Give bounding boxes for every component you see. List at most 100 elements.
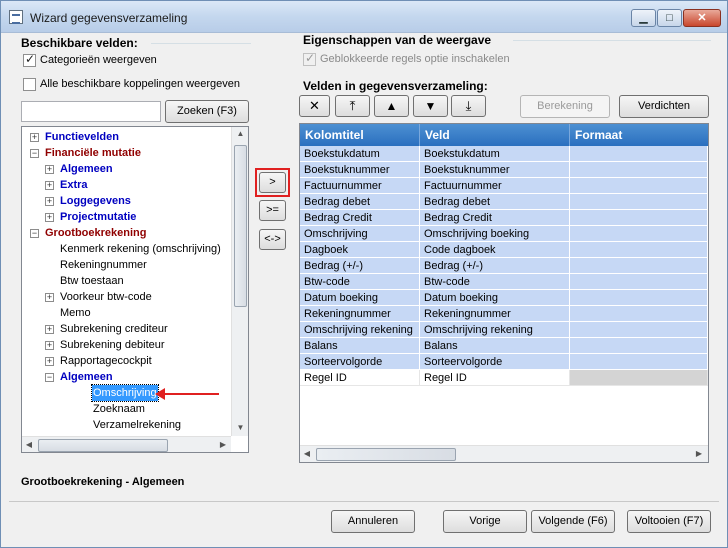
cell-format[interactable]	[570, 306, 708, 322]
cell-title[interactable]: Omschrijving rekening	[300, 322, 420, 338]
cell-format[interactable]	[570, 242, 708, 258]
tree-node[interactable]: + Subrekening debiteur	[22, 337, 230, 353]
expand-icon[interactable]: +	[45, 341, 54, 350]
tree-node[interactable]: Memo	[22, 305, 230, 321]
cell-field[interactable]: Rekeningnummer	[420, 306, 570, 322]
scroll-right-arrow-icon[interactable]: ▶	[694, 449, 704, 458]
move-bottom-icon[interactable]: ⤓	[451, 95, 486, 117]
show-categories-checkbox[interactable]	[23, 52, 36, 67]
tree-node[interactable]: Kenmerk rekening (omschrijving)	[22, 241, 230, 257]
previous-button[interactable]: Vorige	[443, 510, 527, 533]
scroll-thumb[interactable]	[38, 439, 168, 452]
cell-title[interactable]: Datum boeking	[300, 290, 420, 306]
tree-node[interactable]: + Voorkeur btw-code	[22, 289, 230, 305]
move-top-icon[interactable]: ⤒	[335, 95, 370, 117]
maximize-button[interactable]: □	[657, 9, 682, 27]
tree-horizontal-scrollbar[interactable]: ◀ ▶	[22, 436, 231, 452]
cell-field[interactable]: Sorteervolgorde	[420, 354, 570, 370]
tree-node[interactable]: − Algemeen	[22, 369, 230, 385]
scroll-up-arrow-icon[interactable]: ▲	[232, 129, 248, 138]
tree-node[interactable]: + Rapportagecockpit	[22, 353, 230, 369]
cell-title[interactable]: Boekstukdatum	[300, 146, 420, 162]
tree-node[interactable]: Zoeknaam	[22, 401, 230, 417]
cell-format[interactable]	[570, 290, 708, 306]
cell-field[interactable]: Regel ID	[420, 370, 570, 386]
cell-title[interactable]: Omschrijving	[300, 226, 420, 242]
fields-tree[interactable]: + Functievelden − Financiële mutatie + Algeme…	[21, 126, 249, 453]
tree-node[interactable]: − Grootboekrekening	[22, 225, 230, 241]
expand-icon[interactable]: +	[45, 197, 54, 206]
scroll-thumb[interactable]	[234, 145, 247, 307]
cell-title[interactable]: Btw-code	[300, 274, 420, 290]
cell-title[interactable]: Regel ID	[300, 370, 420, 386]
cell-field[interactable]: Bedrag (+/-)	[420, 258, 570, 274]
grid-horizontal-scrollbar[interactable]: ◀ ▶	[300, 445, 708, 462]
expand-icon[interactable]: +	[45, 325, 54, 334]
cell-field[interactable]: Btw-code	[420, 274, 570, 290]
expand-icon[interactable]: +	[45, 213, 54, 222]
scroll-right-arrow-icon[interactable]: ▶	[218, 440, 228, 449]
cell-format[interactable]	[570, 194, 708, 210]
cell-title[interactable]: Balans	[300, 338, 420, 354]
blocked-rows-checkbox[interactable]	[303, 51, 316, 66]
cell-format[interactable]	[570, 226, 708, 242]
tree-node[interactable]: + Loggegevens	[22, 193, 230, 209]
cell-field[interactable]: Boekstuknummer	[420, 162, 570, 178]
column-header-title[interactable]: Kolomtitel	[300, 124, 420, 146]
tree-node[interactable]: Verzamelrekening	[22, 417, 230, 433]
tree-node[interactable]: − Financiële mutatie	[22, 145, 230, 161]
tree-node[interactable]: + Projectmutatie	[22, 209, 230, 225]
search-button[interactable]: Zoeken (F3)	[165, 100, 249, 123]
expand-icon[interactable]: +	[30, 133, 39, 142]
expand-icon[interactable]: +	[45, 293, 54, 302]
cell-format[interactable]	[570, 146, 708, 162]
cell-format[interactable]	[570, 370, 708, 386]
calculation-button[interactable]: Berekening	[520, 95, 610, 118]
cancel-button[interactable]: Annuleren	[331, 510, 415, 533]
cell-format[interactable]	[570, 322, 708, 338]
add-field-button[interactable]: >	[259, 172, 286, 193]
cell-format[interactable]	[570, 178, 708, 194]
cell-field[interactable]: Bedrag Credit	[420, 210, 570, 226]
column-header-format[interactable]: Formaat	[570, 124, 708, 146]
tree-node[interactable]: + Subrekening crediteur	[22, 321, 230, 337]
tree-node[interactable]: Btw toestaan	[22, 273, 230, 289]
scroll-left-arrow-icon[interactable]: ◀	[24, 440, 34, 449]
collapse-icon[interactable]: −	[45, 373, 54, 382]
cell-title[interactable]: Bedrag (+/-)	[300, 258, 420, 274]
cell-field[interactable]: Factuurnummer	[420, 178, 570, 194]
cell-field[interactable]: Bedrag debet	[420, 194, 570, 210]
expand-icon[interactable]: +	[45, 181, 54, 190]
cell-format[interactable]	[570, 258, 708, 274]
collapse-icon[interactable]: −	[30, 149, 39, 158]
scroll-down-arrow-icon[interactable]: ▼	[232, 423, 248, 432]
cell-title[interactable]: Factuurnummer	[300, 178, 420, 194]
cell-title[interactable]: Dagboek	[300, 242, 420, 258]
cell-field[interactable]: Code dagboek	[420, 242, 570, 258]
search-input[interactable]	[21, 101, 161, 122]
column-header-field[interactable]: Veld	[420, 124, 570, 146]
tree-node[interactable]: + Extra	[22, 177, 230, 193]
cell-field[interactable]: Balans	[420, 338, 570, 354]
tree-node[interactable]: + Algemeen	[22, 161, 230, 177]
move-up-icon[interactable]: ▲	[374, 95, 409, 117]
cell-title[interactable]: Sorteervolgorde	[300, 354, 420, 370]
tree-node[interactable]: Rekeningnummer	[22, 257, 230, 273]
tree-node[interactable]: + Functievelden	[22, 129, 230, 145]
cell-format[interactable]	[570, 338, 708, 354]
move-down-icon[interactable]: ▼	[413, 95, 448, 117]
fields-grid[interactable]: Kolomtitel Veld Formaat Boekstukdatum Boe…	[299, 123, 709, 463]
expand-icon[interactable]: +	[45, 165, 54, 174]
show-all-links-checkbox[interactable]	[23, 78, 36, 91]
cell-title[interactable]: Rekeningnummer	[300, 306, 420, 322]
close-button[interactable]: ✕	[683, 9, 721, 27]
tree-vertical-scrollbar[interactable]: ▲ ▼	[231, 127, 248, 436]
cell-format[interactable]	[570, 354, 708, 370]
cell-format[interactable]	[570, 274, 708, 290]
cell-title[interactable]: Bedrag Credit	[300, 210, 420, 226]
condense-button[interactable]: Verdichten	[619, 95, 709, 118]
next-button[interactable]: Volgende (F6)	[531, 510, 615, 533]
collapse-icon[interactable]: −	[30, 229, 39, 238]
delete-icon[interactable]: ✕	[299, 95, 330, 117]
cell-field[interactable]: Omschrijving rekening	[420, 322, 570, 338]
